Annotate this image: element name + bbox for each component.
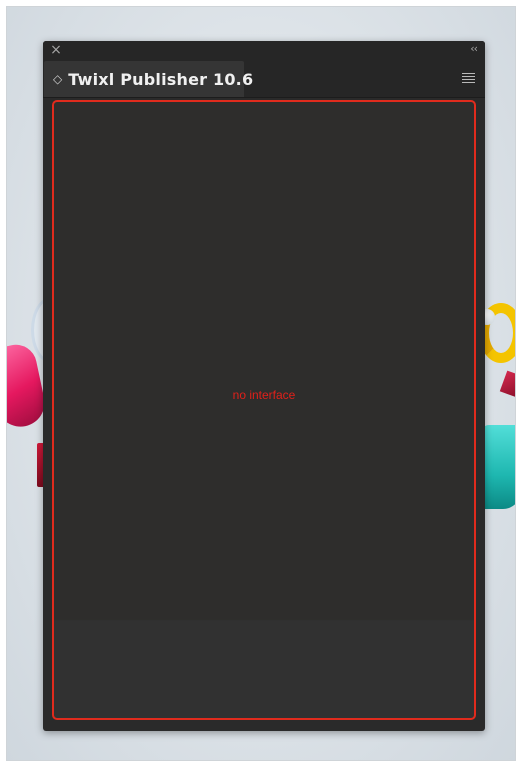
double-chevron-left-icon[interactable]: ‹‹	[459, 42, 478, 56]
up-down-chevron-icon: ◇	[53, 72, 63, 86]
twixl-publisher-panel: × ‹‹ ◇ Twixl Publisher 10.6 no interface	[43, 41, 485, 731]
tab-twixl-publisher[interactable]: ◇ Twixl Publisher 10.6	[44, 61, 253, 97]
close-icon[interactable]: ×	[49, 43, 63, 57]
no-interface-message: no interface	[232, 387, 296, 402]
decorative-teal-shape	[481, 425, 515, 509]
hamburger-menu-icon[interactable]	[462, 73, 475, 83]
panel-tabbar: ◇ Twixl Publisher 10.6	[43, 59, 485, 98]
panel-titlebar: × ‹‹	[43, 41, 485, 59]
panel-content-area: no interface	[52, 100, 476, 720]
decorative-red-cube	[499, 370, 515, 398]
tab-title: Twixl Publisher 10.6	[68, 69, 254, 89]
